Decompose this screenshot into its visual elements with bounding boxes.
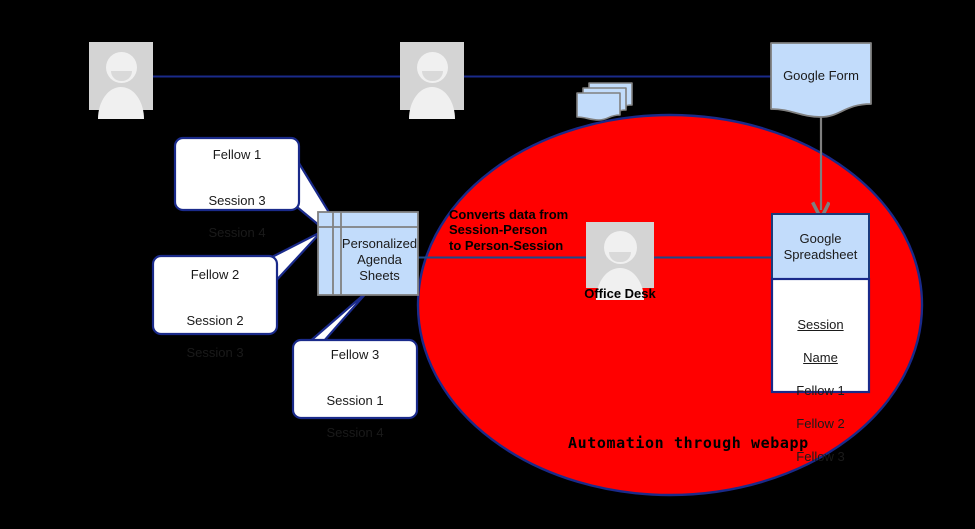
google-spreadsheet-shape[interactable]: [771, 213, 870, 280]
google-form-shape[interactable]: [770, 42, 872, 118]
callout-box-fellow-2[interactable]: [151, 254, 279, 336]
spreadsheet-list-box: [770, 277, 871, 394]
callout-box-fellow-1[interactable]: [173, 136, 301, 212]
person-2-avatar: [400, 42, 464, 119]
automation-caption: Automation through webapp: [568, 434, 809, 452]
agenda-sheets-shape[interactable]: [317, 211, 419, 296]
person-1-avatar: [89, 42, 153, 119]
callout-tail-fellow-2: [270, 230, 323, 287]
diagram-canvas: Google Form Personalized Agenda Sheets G…: [0, 0, 975, 529]
callout-box-fellow-3[interactable]: [291, 338, 419, 420]
conversion-note: Converts data from Session-Person to Per…: [449, 207, 569, 253]
office-desk-label: Office Desk: [584, 286, 656, 301]
office-desk-avatar: [586, 222, 654, 300]
documents-stack-icon: [576, 82, 633, 121]
